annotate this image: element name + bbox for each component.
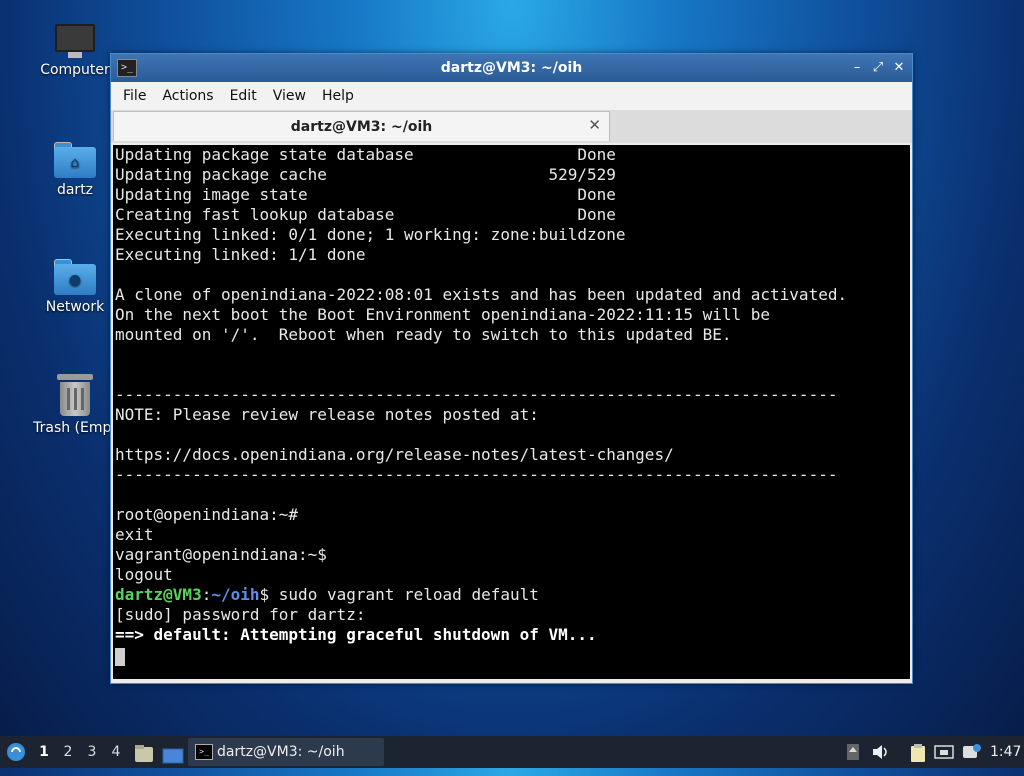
terminal-window[interactable]: >_ dartz@VM3: ~/oih – ⤢ ✕ File Actions E…	[110, 53, 913, 684]
menu-actions[interactable]: Actions	[154, 88, 221, 104]
menu-bar: File Actions Edit View Help	[111, 82, 912, 110]
computer-icon	[55, 24, 95, 58]
terminal-line: On the next boot the Boot Environment op…	[115, 305, 771, 324]
clipboard-icon[interactable]	[910, 744, 926, 762]
taskbar: 1 2 3 4 >_ dartz@VM3: ~/oih 1:47	[0, 736, 1024, 768]
workspace-3[interactable]: 3	[81, 736, 103, 768]
clock[interactable]: 1:47	[990, 736, 1021, 768]
terminal-output[interactable]: Updating package state database Done Upd…	[113, 145, 910, 679]
prompt-command: sudo vagrant reload default	[269, 585, 539, 604]
menu-view[interactable]: View	[265, 88, 314, 104]
home-folder-icon: ⌂	[54, 142, 96, 178]
show-desktop-icon[interactable]	[162, 744, 184, 764]
menu-edit[interactable]: Edit	[222, 88, 265, 104]
terminal-line: Updating package cache 529/529	[115, 165, 616, 184]
sudo-prompt-line: [sudo] password for dartz:	[115, 605, 366, 624]
terminal-line: ----------------------------------------…	[115, 385, 838, 404]
menu-file[interactable]: File	[115, 88, 154, 104]
prompt-symbol: $	[259, 585, 270, 604]
window-title: dartz@VM3: ~/oih	[440, 60, 583, 76]
network-status-icon[interactable]	[934, 744, 954, 760]
terminal-line: vagrant@openindiana:~$	[115, 545, 327, 564]
workspace-1[interactable]: 1	[33, 736, 55, 768]
terminal-line: Creating fast lookup database Done	[115, 205, 616, 224]
workspace-2[interactable]: 2	[57, 736, 79, 768]
network-folder-icon: ●	[54, 259, 96, 295]
app-menu-icon[interactable]	[6, 742, 26, 762]
menu-help[interactable]: Help	[314, 88, 362, 104]
maximize-icon[interactable]: ⤢	[869, 59, 887, 77]
prompt-line: dartz@VM3:~/oih$ sudo vagrant reload def…	[115, 585, 539, 605]
terminal-line: Updating package state database Done	[115, 145, 616, 164]
terminal-line: Executing linked: 0/1 done; 1 working: z…	[115, 225, 626, 244]
taskbar-terminal-button[interactable]: >_ dartz@VM3: ~/oih	[188, 738, 384, 766]
terminal-line: ----------------------------------------…	[115, 465, 838, 484]
prompt-path: ~/oih	[211, 585, 260, 604]
terminal-line: exit	[115, 525, 154, 544]
prompt-user: dartz@VM3	[115, 585, 202, 604]
terminal-line: NOTE: Please review release notes posted…	[115, 405, 539, 424]
terminal-line: mounted on '/'. Reboot when ready to swi…	[115, 325, 732, 344]
tab-bar: dartz@VM3: ~/oih ✕	[111, 110, 912, 143]
file-manager-icon[interactable]	[134, 743, 154, 762]
tab-close-icon[interactable]: ✕	[588, 116, 601, 134]
status-line: ==> default: Attempting graceful shutdow…	[115, 625, 597, 644]
updates-icon[interactable]	[846, 744, 862, 760]
close-icon[interactable]: ✕	[890, 59, 908, 77]
workspace-4[interactable]: 4	[105, 736, 127, 768]
terminal-line: Executing linked: 1/1 done	[115, 245, 366, 264]
notification-icon[interactable]	[962, 744, 982, 760]
volume-icon[interactable]	[872, 744, 888, 760]
terminal-icon: >_	[195, 744, 213, 760]
text-cursor	[115, 648, 125, 666]
taskbar-app-label: dartz@VM3: ~/oih	[217, 744, 345, 760]
terminal-line: https://docs.openindiana.org/release-not…	[115, 445, 674, 464]
terminal-line: root@openindiana:~#	[115, 505, 299, 524]
window-titlebar[interactable]: >_ dartz@VM3: ~/oih – ⤢ ✕	[111, 54, 912, 82]
terminal-line: logout	[115, 565, 173, 584]
minimize-icon[interactable]: –	[848, 59, 866, 77]
terminal-line: A clone of openindiana-2022:08:01 exists…	[115, 285, 848, 304]
prompt-separator: :	[201, 585, 212, 604]
terminal-line: Updating image state Done	[115, 185, 616, 204]
terminal-tab[interactable]: dartz@VM3: ~/oih ✕	[113, 111, 610, 141]
trash-icon	[57, 374, 93, 416]
tab-label: dartz@VM3: ~/oih	[290, 119, 433, 135]
